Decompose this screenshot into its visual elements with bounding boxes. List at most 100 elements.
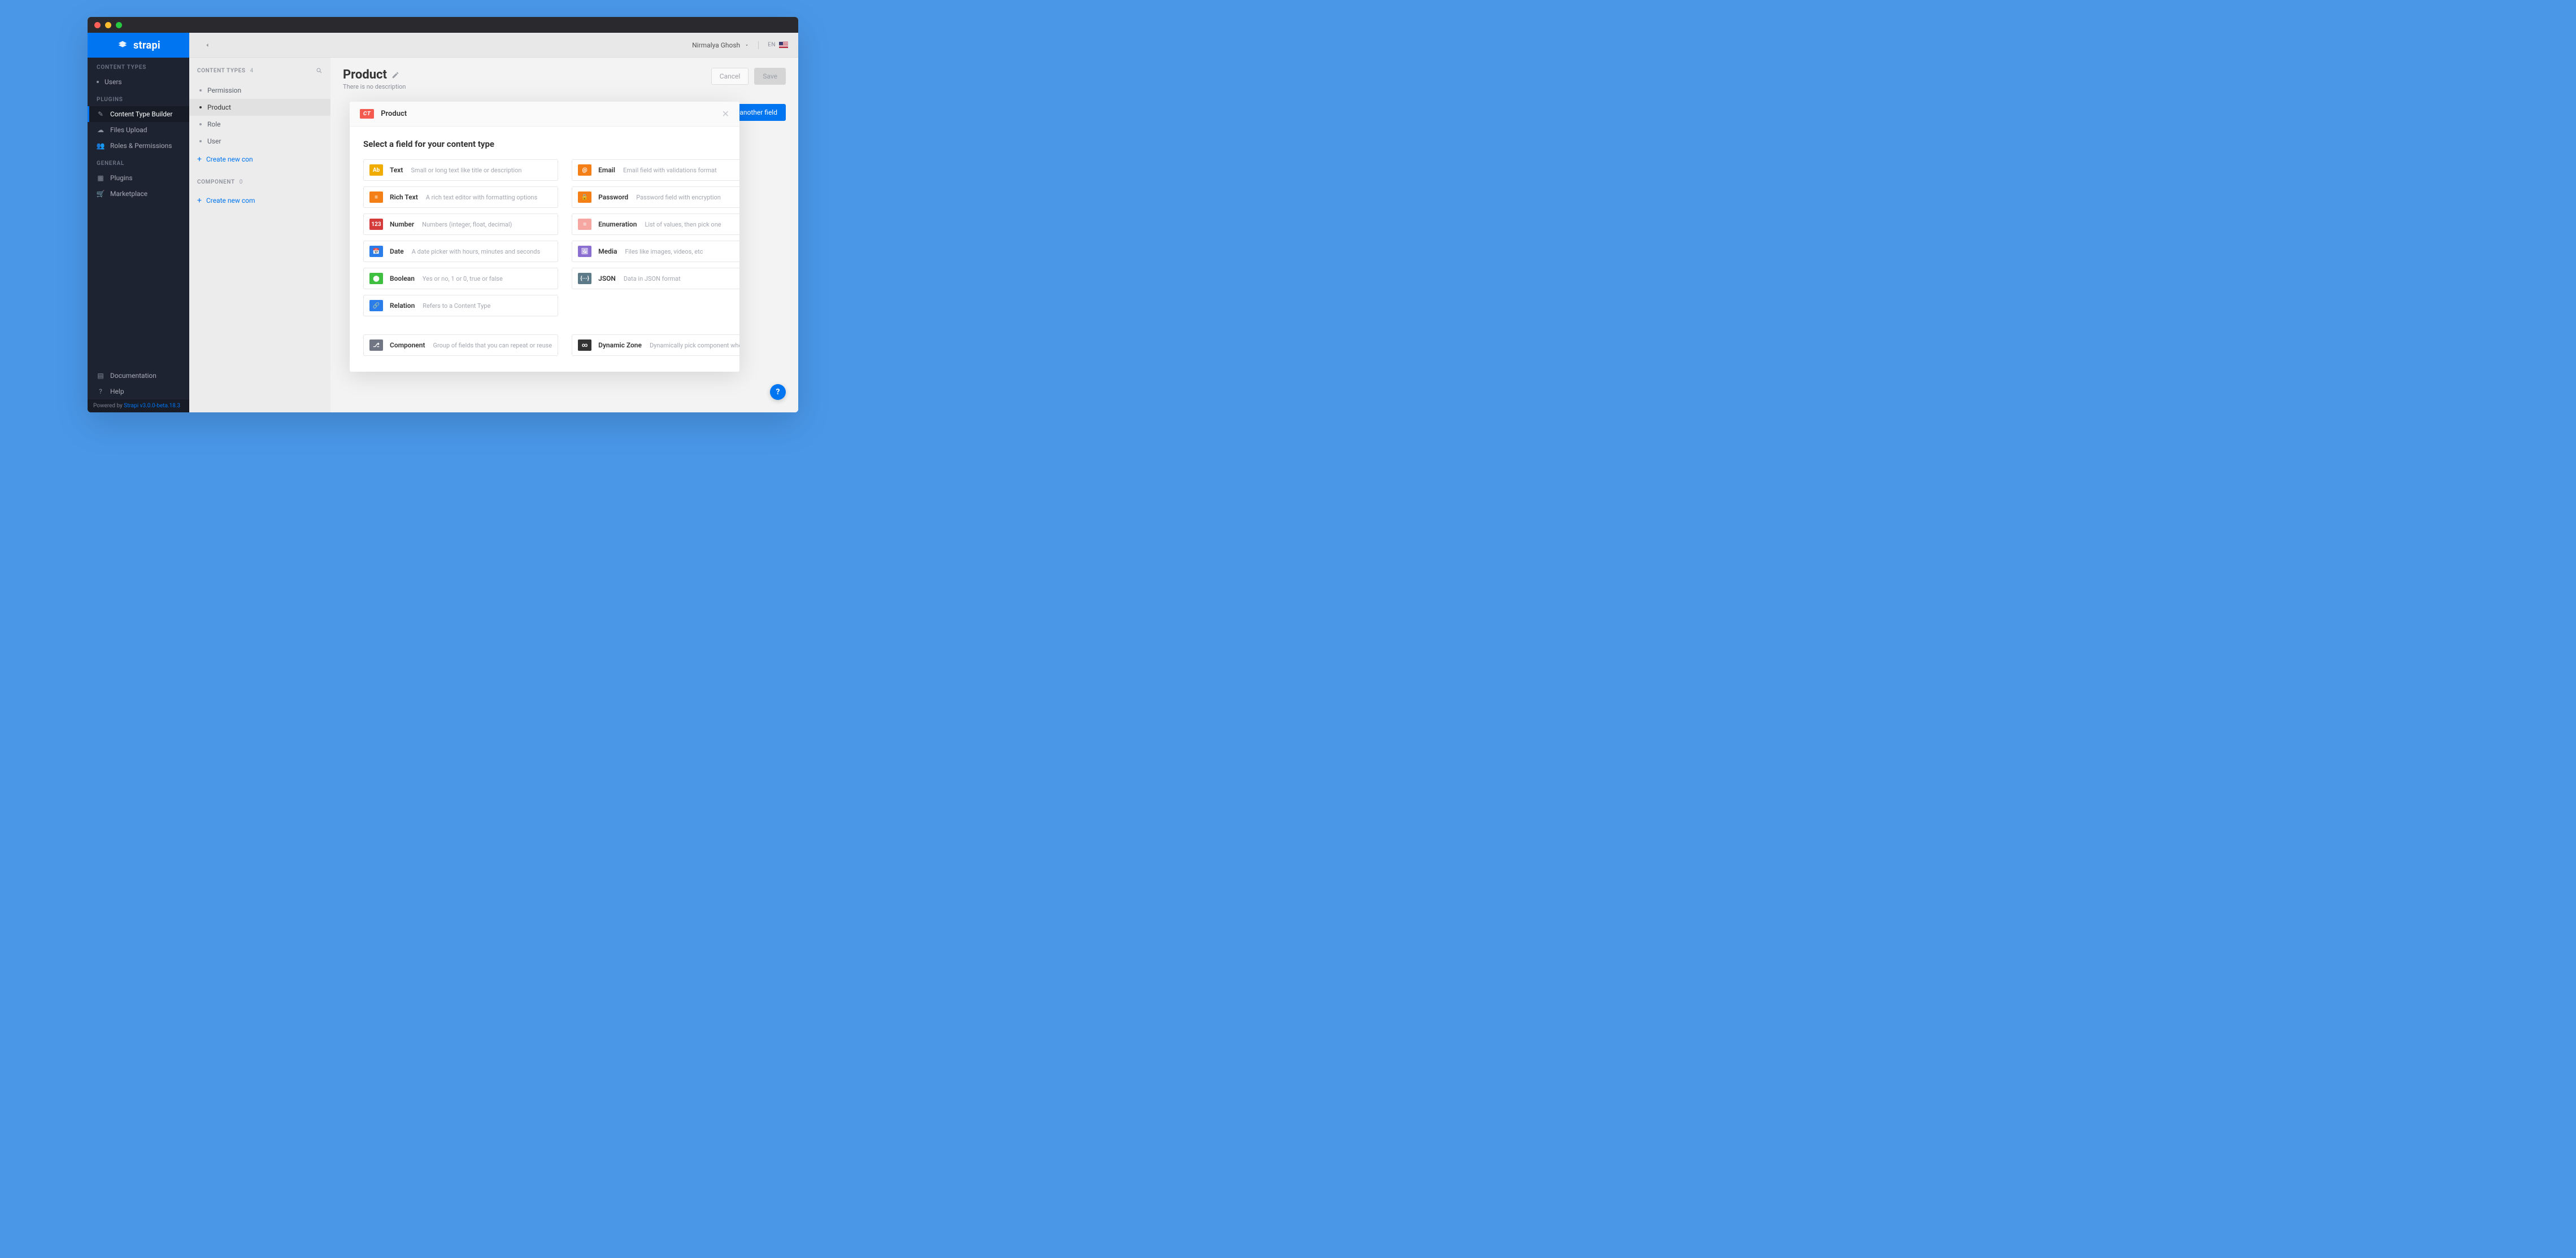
cart-icon: 🛒 — [97, 190, 105, 198]
field-type-name: Media — [598, 247, 617, 255]
field-type-relation[interactable]: 🔗 Relation Refers to a Content Type — [363, 295, 558, 316]
field-type-json[interactable]: {···}JSONData in JSON format — [572, 268, 739, 289]
chevron-left-icon — [204, 42, 211, 49]
window-titlebar — [88, 17, 798, 33]
content-type-badge: CT — [360, 109, 374, 119]
field-type-name: Dynamic Zone — [598, 341, 642, 349]
sidebar-item-plugins[interactable]: ▦ Plugins — [88, 170, 189, 186]
sidebar-item-help[interactable]: ? Help — [88, 384, 189, 399]
field-type-name: Email — [598, 166, 615, 174]
window-minimize-icon[interactable] — [105, 22, 111, 28]
app-window: strapi CONTENT TYPES Users PLUGINS ✎ Con… — [88, 17, 798, 412]
sidebar-item-content-type-builder[interactable]: ✎ Content Type Builder — [88, 106, 189, 122]
sidebar-item-documentation[interactable]: ▤ Documentation — [88, 368, 189, 384]
field-type-icon: Ab — [369, 164, 383, 176]
field-type-rich-text[interactable]: ≡Rich TextA rich text editor with format… — [363, 186, 558, 208]
powered-link[interactable]: Strapi v3.0.0-beta.18.3 — [124, 403, 180, 409]
ct-list-item-user[interactable]: User — [189, 133, 330, 150]
field-type-icon: 🖼 — [578, 246, 591, 257]
content-area: Nirmalya Ghosh EN CONTENT TYPES 4 — [189, 33, 798, 412]
field-type-desc: Refers to a Content Type — [423, 302, 490, 310]
cancel-button[interactable]: Cancel — [711, 68, 749, 85]
plus-icon: + — [197, 197, 202, 204]
field-type-component[interactable]: ⎇ComponentGroup of fields that you can r… — [363, 334, 558, 356]
chevron-down-icon — [745, 43, 749, 47]
page-title: Product — [343, 68, 704, 82]
sidebar-item-label: Content Type Builder — [110, 110, 172, 118]
field-type-password[interactable]: 🔒PasswordPassword field with encryption — [572, 186, 739, 208]
panel-count: 4 — [250, 68, 254, 74]
plus-icon: + — [197, 155, 202, 163]
save-button[interactable]: Save — [754, 68, 786, 85]
sidebar-item-users[interactable]: Users — [88, 74, 189, 90]
sidebar-item-files-upload[interactable]: ☁ Files Upload — [88, 122, 189, 138]
field-type-number[interactable]: 123NumberNumbers (integer, float, decima… — [363, 214, 558, 235]
search-icon — [316, 67, 323, 74]
create-content-type-link[interactable]: + Create new con — [189, 150, 330, 169]
field-type-desc: A date picker with hours, minutes and se… — [412, 248, 540, 255]
strapi-logo-icon — [116, 39, 129, 51]
divider — [758, 41, 759, 49]
language-switcher[interactable]: EN — [768, 42, 788, 48]
field-type-icon: @ — [578, 164, 591, 176]
field-type-icon: 🔗 — [369, 300, 383, 311]
field-type-dynamic-zone[interactable]: ∞Dynamic ZoneDynamically pick component … — [572, 334, 739, 356]
field-type-name: Boolean — [390, 275, 415, 282]
field-type-enumeration[interactable]: ≡EnumerationList of values, then pick on… — [572, 214, 739, 235]
field-type-name: Text — [390, 166, 403, 174]
panel-title: COMPONENT — [197, 179, 235, 185]
field-type-desc: A rich text editor with formatting optio… — [426, 194, 537, 201]
modal-title: Product — [381, 110, 407, 118]
window-maximize-icon[interactable] — [116, 22, 122, 28]
sidebar-item-label: Files Upload — [110, 126, 147, 134]
list-item-label: User — [207, 137, 221, 145]
field-type-boolean[interactable]: ⬤BooleanYes or no, 1 or 0, true or false — [363, 268, 558, 289]
page-title-text: Product — [343, 68, 387, 82]
field-type-date[interactable]: 📅DateA date picker with hours, minutes a… — [363, 241, 558, 262]
list-item-label: Role — [207, 120, 221, 128]
brand-name: strapi — [133, 40, 160, 51]
sidebar-section-plugins: PLUGINS — [88, 90, 189, 106]
field-type-media[interactable]: 🖼MediaFiles like images, videos, etc — [572, 241, 739, 262]
help-fab-button[interactable]: ? — [770, 384, 786, 400]
user-menu[interactable]: Nirmalya Ghosh — [692, 41, 749, 49]
topbar: Nirmalya Ghosh EN — [189, 33, 798, 58]
sidebar-item-marketplace[interactable]: 🛒 Marketplace — [88, 186, 189, 202]
modal-close-button[interactable]: ✕ — [722, 108, 729, 119]
pencil-icon[interactable] — [391, 71, 399, 79]
ct-list-item-role[interactable]: Role — [189, 116, 330, 133]
ct-list-item-product[interactable]: Product — [189, 99, 330, 116]
field-type-desc: Email field with validations format — [623, 167, 717, 174]
bullet-icon — [199, 123, 202, 125]
panel-head-content-types: CONTENT TYPES 4 — [189, 66, 330, 82]
bullet-icon — [199, 106, 202, 108]
window-close-icon[interactable] — [94, 22, 101, 28]
field-type-icon: ⎇ — [369, 339, 383, 351]
list-item-label: Product — [207, 103, 231, 111]
grid-icon: ▦ — [97, 174, 105, 182]
field-type-name: Enumeration — [598, 220, 637, 228]
field-type-desc: Yes or no, 1 or 0, true or false — [423, 275, 503, 282]
ct-list-item-permission[interactable]: Permission — [189, 82, 330, 99]
field-type-text[interactable]: AbTextSmall or long text like title or d… — [363, 159, 558, 181]
sidebar-item-roles-permissions[interactable]: 👥 Roles & Permissions — [88, 138, 189, 154]
main-sidebar: strapi CONTENT TYPES Users PLUGINS ✎ Con… — [88, 33, 189, 412]
field-type-desc: Password field with encryption — [636, 194, 721, 201]
field-type-name: Number — [390, 220, 414, 228]
lang-code: EN — [768, 42, 776, 48]
create-component-link[interactable]: + Create new com — [189, 191, 330, 210]
brand-logo[interactable]: strapi — [88, 33, 189, 58]
back-button[interactable] — [199, 37, 215, 53]
sidebar-section-general: GENERAL — [88, 154, 189, 170]
modal-heading: Select a field for your content type — [363, 139, 726, 149]
bullet-icon — [97, 81, 99, 83]
sidebar-section-content-types: CONTENT TYPES — [88, 58, 189, 74]
field-type-name: Date — [390, 247, 404, 255]
field-type-name: Relation — [390, 302, 415, 310]
pencil-icon: ✎ — [97, 110, 105, 118]
search-button[interactable] — [316, 66, 323, 76]
field-type-icon: 🔒 — [578, 191, 591, 203]
bullet-icon — [199, 140, 202, 142]
list-item-label: Permission — [207, 86, 241, 94]
field-type-email[interactable]: @ Email Email field with validations forma… — [572, 159, 739, 181]
